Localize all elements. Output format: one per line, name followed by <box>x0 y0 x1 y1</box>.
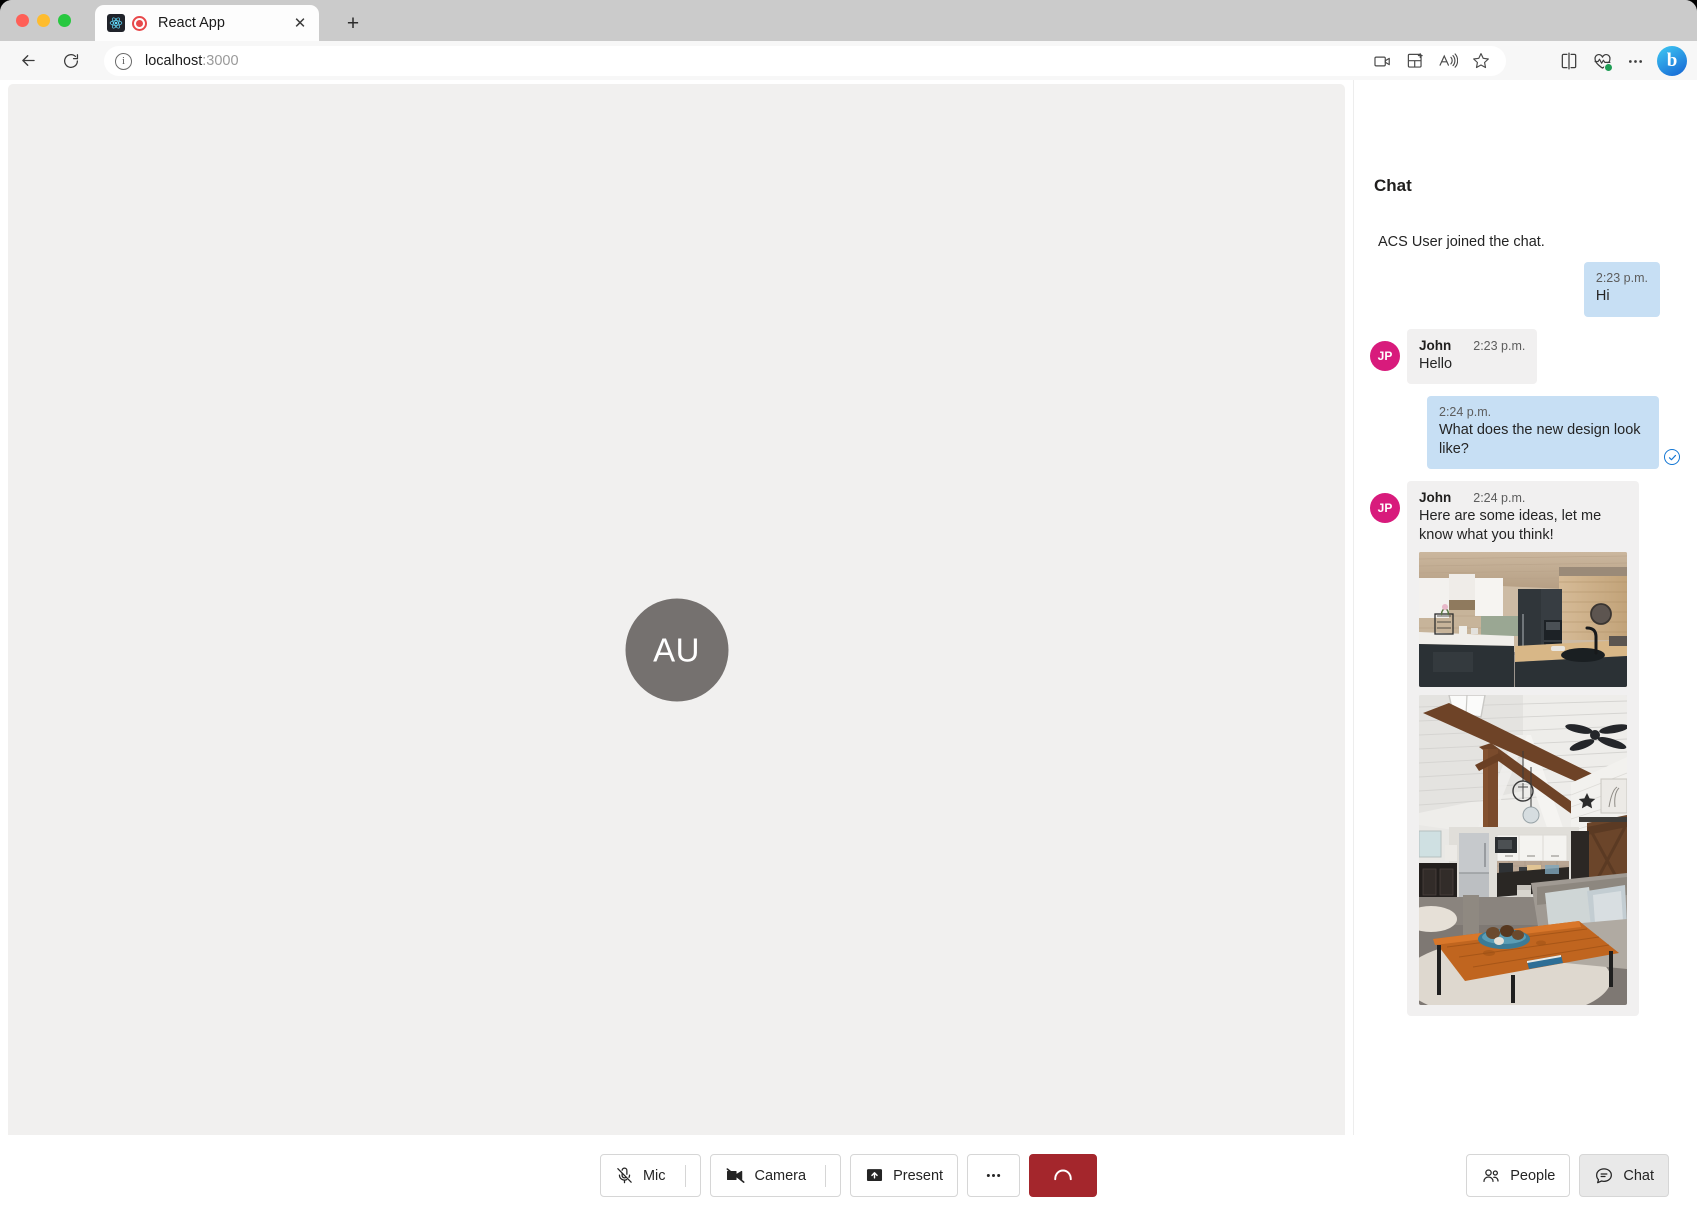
call-primary-controls: Mic Camera <box>600 1154 1097 1197</box>
react-logo-icon <box>107 14 125 32</box>
new-tab-button[interactable]: + <box>340 11 366 37</box>
tab-title: React App <box>158 15 287 31</box>
avatar-initials: JP <box>1378 349 1393 363</box>
chat-bubble-outgoing[interactable]: 2:23 p.m. Hi <box>1584 262 1660 317</box>
call-control-bar: Mic Camera <box>0 1135 1697 1216</box>
browser-tab-react-app[interactable]: React App ✕ <box>95 5 319 41</box>
call-video-stage[interactable]: AU You <box>8 84 1345 1216</box>
collections-status-badge <box>1604 63 1613 72</box>
modern-kitchen-photo[interactable] <box>1419 552 1627 687</box>
info-icon[interactable]: i <box>115 53 132 70</box>
vaulted-ceiling-living-room-photo[interactable] <box>1419 695 1627 1005</box>
chat-system-message: ACS User joined the chat. <box>1378 234 1682 250</box>
mic-split-divider <box>685 1165 686 1187</box>
avatar-initials: JP <box>1378 501 1393 515</box>
browser-window: React App ✕ + i localhost:3000 <box>0 0 1697 1216</box>
message-timestamp: 2:23 p.m. <box>1473 339 1525 353</box>
web-page-content: AU You Chat AC <box>0 80 1697 1216</box>
minimize-window-button[interactable] <box>37 14 50 27</box>
message-timestamp: 2:24 p.m. <box>1473 491 1525 505</box>
present-button[interactable]: Present <box>850 1154 958 1197</box>
share-screen-icon <box>865 1166 884 1185</box>
chat-button[interactable]: Chat <box>1579 1154 1669 1197</box>
message-text: What does the new design look like? <box>1439 421 1647 458</box>
close-tab-button[interactable]: ✕ <box>287 10 313 36</box>
message-meta: John 2:23 p.m. <box>1419 338 1525 353</box>
people-button[interactable]: People <box>1466 1154 1570 1197</box>
chat-message-row: 2:23 p.m. Hi <box>1370 262 1682 317</box>
chat-message-row: JP John 2:24 p.m. Here are some ideas, l… <box>1370 481 1682 1016</box>
chat-bubble-incoming[interactable]: John 2:24 p.m. Here are some ideas, let … <box>1407 481 1639 1016</box>
avatar: JP <box>1370 341 1400 371</box>
split-screen-icon[interactable] <box>1553 45 1585 77</box>
present-button-label: Present <box>893 1168 943 1184</box>
message-sender: John <box>1419 490 1451 505</box>
browser-toolbar: i localhost:3000 <box>0 41 1697 80</box>
more-call-options-button[interactable] <box>967 1154 1020 1197</box>
camera-off-icon <box>725 1165 746 1186</box>
avatar-initials: AU <box>653 631 700 669</box>
recording-indicator-icon <box>132 16 147 31</box>
collections-icon[interactable] <box>1586 45 1618 77</box>
copilot-label: b <box>1667 50 1678 72</box>
remote-participant-avatar: AU <box>625 599 728 702</box>
favorite-star-icon[interactable] <box>1466 46 1496 76</box>
back-button[interactable] <box>13 46 43 76</box>
end-call-icon <box>1052 1165 1074 1187</box>
close-window-button[interactable] <box>16 14 29 27</box>
avatar: JP <box>1370 493 1400 523</box>
end-call-button[interactable] <box>1029 1154 1097 1197</box>
camera-button-label: Camera <box>755 1168 807 1184</box>
address-bar-url: localhost:3000 <box>145 53 239 69</box>
chat-bubble-incoming[interactable]: John 2:23 p.m. Hello <box>1407 329 1537 385</box>
address-bar-actions <box>1367 46 1496 76</box>
message-timestamp: 2:23 p.m. <box>1596 271 1648 285</box>
copilot-button[interactable]: b <box>1657 46 1687 76</box>
toolbar-right-actions: b <box>1553 45 1689 77</box>
video-call-icon[interactable] <box>1367 46 1397 76</box>
message-text: Hi <box>1596 287 1648 306</box>
mic-button[interactable]: Mic <box>600 1154 701 1197</box>
read-receipt-check-icon <box>1664 449 1680 465</box>
chat-message-row: JP John 2:23 p.m. Hello <box>1370 329 1682 385</box>
maximize-window-button[interactable] <box>58 14 71 27</box>
chat-message-list[interactable]: ACS User joined the chat. 2:23 p.m. Hi J… <box>1354 208 1697 1168</box>
chat-button-label: Chat <box>1623 1168 1654 1184</box>
camera-split-divider <box>825 1165 826 1187</box>
people-button-label: People <box>1510 1168 1555 1184</box>
tab-strip: React App ✕ + <box>0 0 1697 41</box>
message-text: Here are some ideas, let me know what yo… <box>1419 507 1627 544</box>
address-bar[interactable]: i localhost:3000 <box>104 46 1506 76</box>
window-traffic-lights <box>16 14 71 27</box>
reload-button[interactable] <box>56 46 86 76</box>
chat-panel: Chat ACS User joined the chat. 2:23 p.m.… <box>1353 80 1697 1216</box>
more-options-icon[interactable] <box>1619 45 1651 77</box>
message-timestamp: 2:24 p.m. <box>1439 405 1647 419</box>
message-text: Hello <box>1419 355 1525 374</box>
call-panel-toggles: People Chat <box>1466 1154 1669 1197</box>
chat-message-row: 2:24 p.m. What does the new design look … <box>1370 396 1682 469</box>
read-aloud-icon[interactable] <box>1433 46 1463 76</box>
mic-button-label: Mic <box>643 1168 666 1184</box>
mic-off-icon <box>615 1166 634 1185</box>
people-icon <box>1481 1166 1501 1186</box>
chat-panel-title: Chat <box>1374 176 1412 196</box>
message-meta: John 2:24 p.m. <box>1419 490 1627 505</box>
camera-button[interactable]: Camera <box>710 1154 842 1197</box>
message-sender: John <box>1419 338 1451 353</box>
chat-bubble-outgoing[interactable]: 2:24 p.m. What does the new design look … <box>1427 396 1659 469</box>
split-add-icon[interactable] <box>1400 46 1430 76</box>
chat-bubble-icon <box>1594 1166 1614 1186</box>
